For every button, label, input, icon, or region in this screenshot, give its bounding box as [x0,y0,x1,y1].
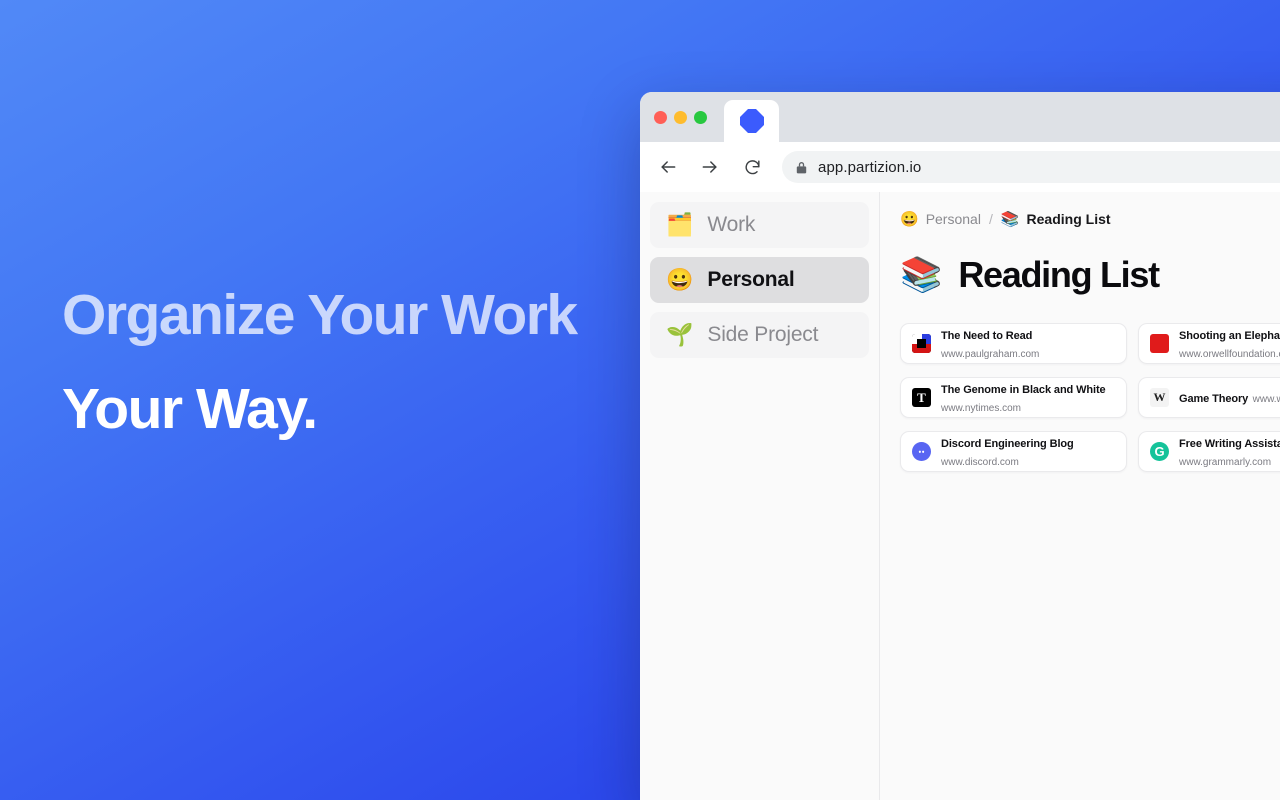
bookmark-card[interactable]: G Free Writing Assistant www.grammarly.c… [1138,431,1280,472]
address-bar[interactable]: app.partizion.io [782,151,1280,183]
bookmark-card[interactable]: Discord Engineering Blog www.discord.com [900,431,1127,472]
page-title: 📚 Reading List [900,254,1280,296]
orwell-favicon [1150,334,1169,353]
sidebar: 🗂️ Work 😀 Personal 🌱 Side Project [640,192,880,800]
bookmark-card[interactable]: T The Genome in Black and White www.nyti… [900,377,1127,418]
bookmark-title: The Genome in Black and White [941,383,1106,396]
bookmark-url: www.paulgraham.com [941,348,1040,360]
forward-arrow-icon[interactable] [694,151,726,183]
bookmark-title: Game Theory [1179,392,1249,405]
maximize-window-button[interactable] [694,110,707,124]
close-window-button[interactable] [654,110,667,124]
minimize-window-button[interactable] [674,110,687,124]
breadcrumb-current-label: Reading List [1026,211,1111,227]
bookmark-url: www.orwellfoundation.com [1179,348,1280,360]
sidebar-item-side-project[interactable]: 🌱 Side Project [650,312,869,358]
sidebar-item-label: Side Project [707,323,819,346]
bookmark-title: Discord Engineering Blog [941,437,1074,450]
sidebar-item-label: Personal [707,268,795,291]
app-body: 🗂️ Work 😀 Personal 🌱 Side Project 😀 Pers… [640,192,1280,800]
bookmark-url: www.nytimes.com [941,402,1022,414]
page-title-text: Reading List [958,254,1160,295]
browser-toolbar: app.partizion.io [640,142,1280,192]
bookmark-card[interactable]: The Need to Read www.paulgraham.com [900,323,1127,364]
discord-favicon [912,442,931,461]
grinning-face-emoji: 😀 [666,267,694,292]
window-controls [654,92,707,142]
partizion-logo-icon [739,109,764,133]
sidebar-item-label: Work [707,213,756,236]
breadcrumb: 😀 Personal / 📚 Reading List [900,210,1280,228]
back-arrow-icon[interactable] [652,151,684,183]
sidebar-item-personal[interactable]: 😀 Personal [650,257,869,303]
grammarly-favicon: G [1150,442,1169,461]
hero-headline-line-1: Organize Your Work [62,283,578,347]
main-content: 😀 Personal / 📚 Reading List 📚 Reading Li… [880,192,1280,800]
paulgraham-favicon [912,334,931,353]
reload-icon[interactable] [736,151,768,183]
bookmark-title: The Need to Read [941,329,1033,342]
hero-copy: Organize Your Work Your Way. [62,283,642,441]
bookmark-url: www.discord.com [941,456,1019,468]
breadcrumb-parent-emoji: 😀 [900,211,919,228]
bookmark-card[interactable]: W Game Theory www.wikipedia.com [1138,377,1280,418]
lock-icon [796,161,807,174]
bookmark-title: Shooting an Elephant [1179,329,1280,342]
wikipedia-favicon: W [1150,388,1169,407]
bookmark-title: Free Writing Assistant [1179,437,1280,450]
breadcrumb-separator: / [988,211,993,227]
bookmark-card[interactable]: Shooting an Elephant www.orwellfoundatio… [1138,323,1280,364]
breadcrumb-current-emoji: 📚 [1000,211,1020,228]
bookmark-url: www.grammarly.com [1179,456,1272,468]
browser-titlebar [640,92,1280,142]
hero-headline-line-2: Your Way. [62,376,318,441]
books-emoji: 📚 [900,256,943,294]
bookmark-url: www.wikipedia.com [1252,393,1280,405]
bookmark-grid: The Need to Read www.paulgraham.com Shoo… [900,323,1280,472]
sidebar-item-work[interactable]: 🗂️ Work [650,202,869,248]
browser-tab-partizion[interactable] [724,100,779,142]
seedling-emoji: 🌱 [666,322,694,347]
breadcrumb-parent-link[interactable]: Personal [926,211,981,227]
folder-emoji: 🗂️ [666,212,694,237]
nytimes-favicon: T [912,388,931,407]
address-bar-url: app.partizion.io [818,158,922,176]
browser-window: app.partizion.io 🗂️ Work 😀 Personal 🌱 Si… [640,92,1280,800]
hero-stage: Organize Your Work Your Way. app.partizi… [0,0,1280,800]
